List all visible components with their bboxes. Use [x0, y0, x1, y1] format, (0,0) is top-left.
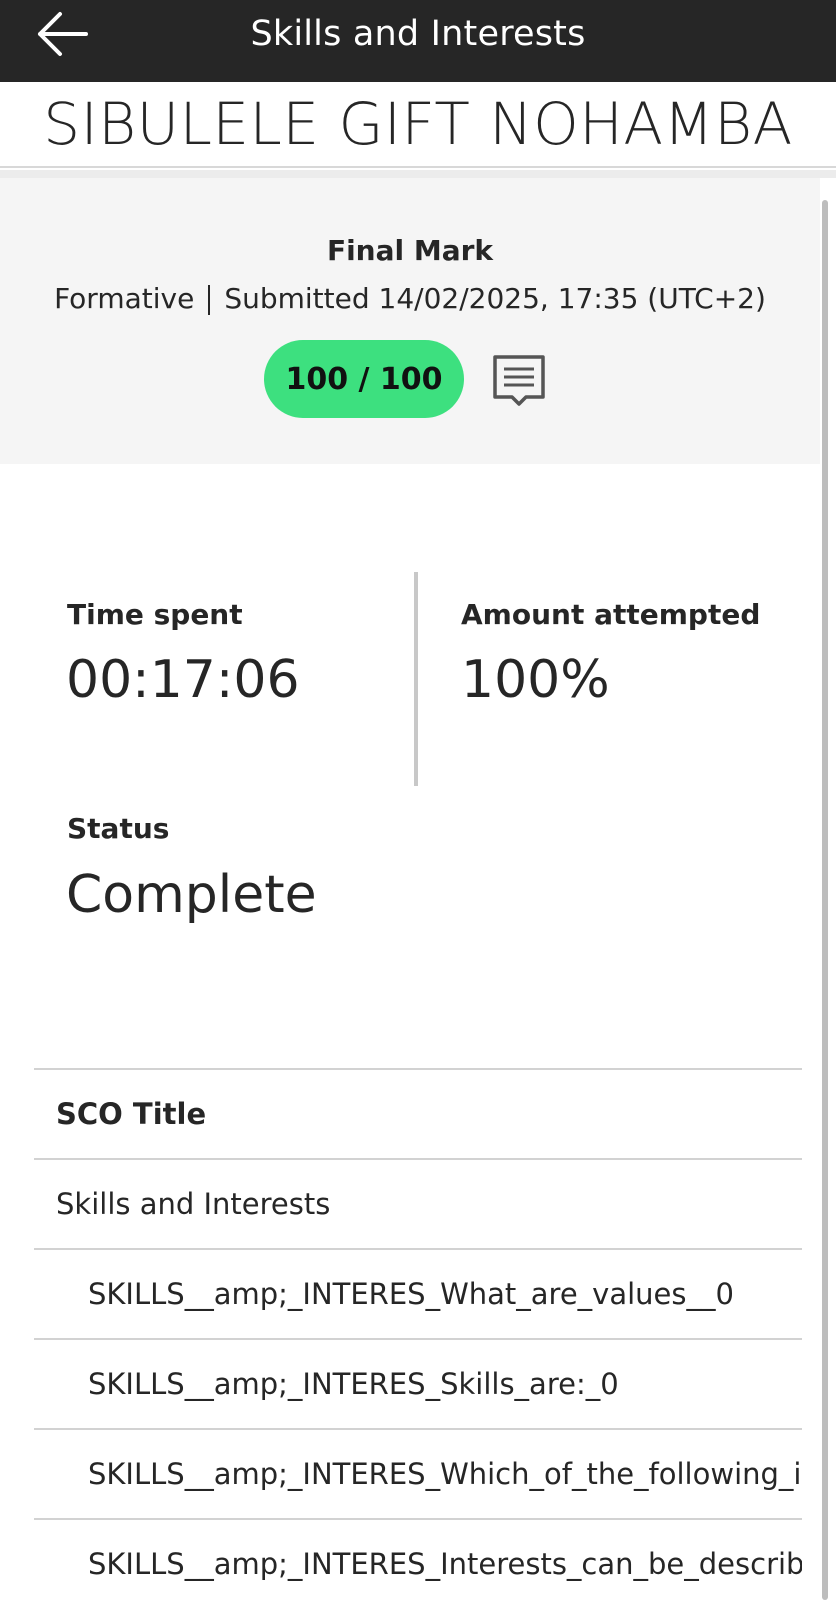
top-bar: Skills and Interests: [0, 0, 836, 82]
sco-table: SCO Title Skills and Interests SKILLS__a…: [34, 1068, 802, 1608]
submission-info: Formative Submitted 14/02/2025, 17:35 (UT…: [0, 282, 820, 315]
score-badge: 100 / 100: [264, 340, 464, 418]
amount-attempted-value: 100%: [461, 650, 610, 710]
attempt-type: Formative: [54, 282, 195, 315]
sco-item-row[interactable]: SKILLS__amp;_INTERES_Skills_are:_0: [34, 1338, 802, 1428]
sco-item-row[interactable]: SKILLS__amp;_INTERES_What_are_values__0: [34, 1248, 802, 1338]
status-label: Status: [67, 812, 170, 845]
sco-title-header: SCO Title: [34, 1068, 802, 1158]
feedback-button[interactable]: [490, 352, 548, 410]
stats-divider: [414, 572, 418, 786]
section-divider: [0, 170, 836, 178]
page-title: Skills and Interests: [250, 14, 586, 54]
time-spent-label: Time spent: [67, 598, 243, 631]
sco-item-row[interactable]: SKILLS__amp;_INTERES_Which_of_the_follow…: [34, 1428, 802, 1518]
sco-parent-row: Skills and Interests: [34, 1158, 802, 1248]
separator: [208, 285, 211, 315]
amount-attempted-label: Amount attempted: [461, 598, 761, 631]
final-mark-label: Final Mark: [326, 234, 494, 267]
submitted-date: Submitted 14/02/2025, 17:35 (UTC+2): [224, 282, 766, 315]
time-spent-value: 00:17:06: [66, 650, 300, 710]
sco-item-row[interactable]: SKILLS__amp;_INTERES_Interests_can_be_de…: [34, 1518, 802, 1608]
scrollbar[interactable]: [822, 200, 828, 1600]
grade-summary: Final Mark Formative Submitted 14/02/2025…: [0, 178, 820, 464]
student-name: SIBULELE GIFT NOHAMBA: [0, 82, 836, 168]
comment-icon: [493, 355, 545, 406]
status-value: Complete: [66, 865, 317, 925]
